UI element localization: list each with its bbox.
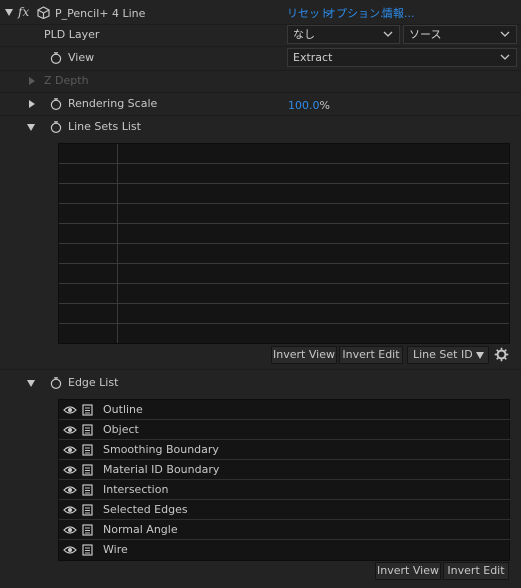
document-icon[interactable] xyxy=(82,424,93,436)
eye-icon[interactable] xyxy=(63,525,77,535)
table-row[interactable] xyxy=(59,204,509,224)
view-value: Extract xyxy=(293,51,333,64)
view-dropdown[interactable]: Extract xyxy=(287,48,517,67)
table-row[interactable] xyxy=(59,184,509,204)
divider xyxy=(0,115,521,116)
line-set-id-label: Line Set ID xyxy=(413,348,473,361)
list-item[interactable]: Smoothing Boundary xyxy=(59,440,510,460)
triangle-right-icon xyxy=(29,77,35,85)
line-sets-invert-view-button[interactable]: Invert View xyxy=(271,346,337,364)
table-row[interactable] xyxy=(59,244,509,264)
z-depth-label: Z Depth xyxy=(44,74,89,87)
chevron-down-icon xyxy=(500,54,510,60)
divider xyxy=(0,369,521,370)
edge-item-label: Intersection xyxy=(103,483,169,496)
edge-list-invert-view-button[interactable]: Invert View xyxy=(375,562,441,580)
edge-item-label: Normal Angle xyxy=(103,523,178,536)
divider xyxy=(0,46,521,47)
eye-icon[interactable] xyxy=(63,405,77,415)
table-row[interactable] xyxy=(59,324,509,344)
info-link[interactable]: 情報... xyxy=(382,7,415,21)
divider xyxy=(0,70,521,71)
pld-source-value: ソース xyxy=(409,28,442,41)
table-row[interactable] xyxy=(59,144,509,164)
document-icon[interactable] xyxy=(82,484,93,496)
eye-icon[interactable] xyxy=(63,545,77,555)
cube-icon xyxy=(37,6,50,19)
gear-icon[interactable] xyxy=(494,347,509,362)
rendering-scale-unit: % xyxy=(319,99,330,112)
options-link[interactable]: オプション... xyxy=(325,7,391,21)
table-row[interactable] xyxy=(59,224,509,244)
document-icon[interactable] xyxy=(82,444,93,456)
edge-list-label: Edge List xyxy=(68,376,119,389)
document-icon[interactable] xyxy=(82,524,93,536)
view-label: View xyxy=(68,51,95,64)
stopwatch-icon[interactable] xyxy=(50,121,62,133)
list-item[interactable]: Object xyxy=(59,420,510,440)
line-sets-invert-edit-button[interactable]: Invert Edit xyxy=(339,346,403,364)
list-item[interactable]: Material ID Boundary xyxy=(59,460,510,480)
document-icon[interactable] xyxy=(82,464,93,476)
triangle-down-icon[interactable] xyxy=(5,9,13,16)
edge-item-label: Selected Edges xyxy=(103,503,188,516)
pld-layer-label: PLD Layer xyxy=(44,28,100,41)
pld-source-dropdown[interactable]: ソース xyxy=(403,25,517,44)
pld-layer-dropdown[interactable]: なし xyxy=(287,25,400,44)
stopwatch-icon[interactable] xyxy=(50,98,62,110)
table-row[interactable] xyxy=(59,164,509,184)
document-icon[interactable] xyxy=(82,504,93,516)
eye-icon[interactable] xyxy=(63,465,77,475)
list-item[interactable]: Intersection xyxy=(59,480,510,500)
chevron-down-icon xyxy=(476,352,484,359)
stopwatch-icon[interactable] xyxy=(50,52,62,64)
line-sets-table[interactable] xyxy=(58,143,510,344)
edge-list-table[interactable]: Outline Object Smoothing Boundary Materi… xyxy=(58,399,510,561)
eye-icon[interactable] xyxy=(63,425,77,435)
table-row[interactable] xyxy=(59,284,509,304)
edge-item-label: Outline xyxy=(103,403,143,416)
eye-icon[interactable] xyxy=(63,485,77,495)
divider xyxy=(0,92,521,93)
list-item[interactable]: Wire xyxy=(59,540,510,560)
eye-icon[interactable] xyxy=(63,505,77,515)
stopwatch-icon[interactable] xyxy=(50,377,62,389)
document-icon[interactable] xyxy=(82,544,93,556)
chevron-down-icon xyxy=(500,31,510,37)
fx-icon[interactable]: fx xyxy=(18,5,29,19)
edge-item-label: Material ID Boundary xyxy=(103,463,220,476)
triangle-right-icon[interactable] xyxy=(29,100,35,108)
effect-name: P_Pencil+ 4 Line xyxy=(55,7,146,20)
eye-icon[interactable] xyxy=(63,445,77,455)
pld-layer-value: なし xyxy=(293,28,315,41)
list-item[interactable]: Selected Edges xyxy=(59,500,510,520)
list-item[interactable]: Outline xyxy=(59,400,510,420)
line-set-id-dropdown[interactable]: Line Set ID xyxy=(407,346,489,364)
triangle-down-icon[interactable] xyxy=(27,380,35,387)
line-sets-list-label: Line Sets List xyxy=(68,120,141,133)
list-item[interactable]: Normal Angle xyxy=(59,520,510,540)
triangle-down-icon[interactable] xyxy=(27,124,35,131)
chevron-down-icon xyxy=(383,31,393,37)
edge-list-invert-edit-button[interactable]: Invert Edit xyxy=(443,562,509,580)
document-icon[interactable] xyxy=(82,404,93,416)
table-row[interactable] xyxy=(59,264,509,284)
edge-item-label: Wire xyxy=(103,543,128,556)
edge-item-label: Object xyxy=(103,423,139,436)
table-row[interactable] xyxy=(59,304,509,324)
rendering-scale-value[interactable]: 100.0 xyxy=(288,99,320,112)
edge-item-label: Smoothing Boundary xyxy=(103,443,219,456)
rendering-scale-label: Rendering Scale xyxy=(68,97,158,110)
